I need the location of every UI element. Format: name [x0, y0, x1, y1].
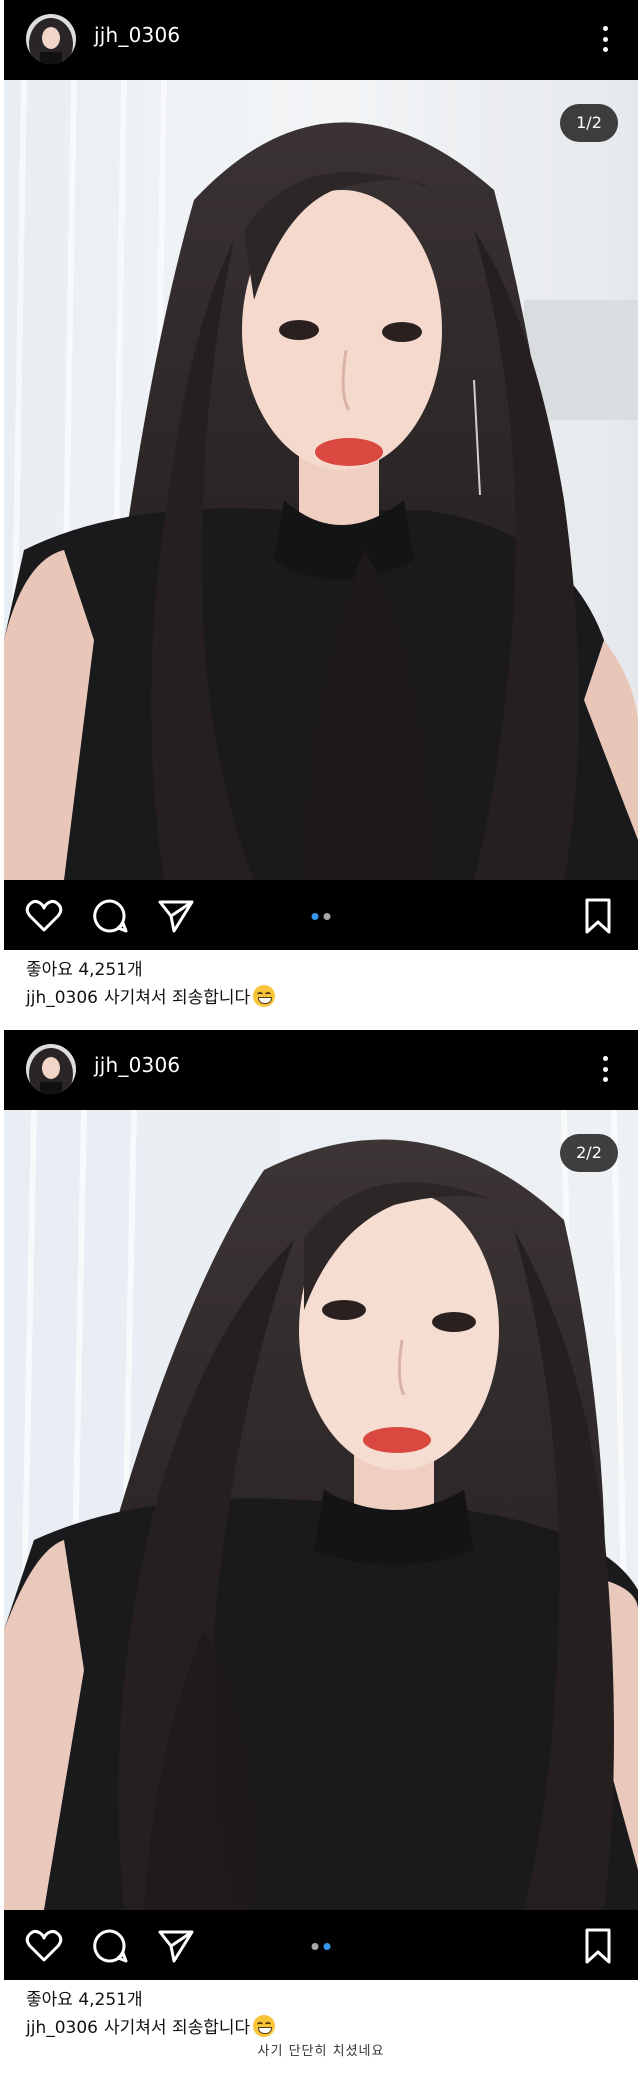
bookmark-icon[interactable] — [578, 896, 618, 936]
grinning-sweat-emoji-icon — [253, 985, 276, 1007]
carousel-dot-active — [311, 913, 319, 920]
post-photo[interactable]: 2/2 — [4, 1110, 638, 1910]
carousel-indicator — [311, 1943, 331, 1950]
username[interactable]: jjh_0306 — [94, 1053, 180, 1077]
post-meta: 좋아요 4,251개 jjh_0306 사기쳐서 죄송합니다 — [4, 1980, 638, 2048]
more-options-icon[interactable] — [596, 1050, 614, 1088]
heart-icon[interactable] — [24, 896, 64, 936]
caption-username[interactable]: jjh_0306 — [26, 988, 98, 1008]
bookmark-icon[interactable] — [578, 1926, 618, 1966]
post-photo[interactable]: 1/2 — [4, 80, 638, 880]
action-bar — [4, 880, 638, 950]
heart-icon[interactable] — [24, 1926, 64, 1966]
footer-caption: 사기 단단히 치셨네요 — [257, 2044, 385, 2059]
send-icon[interactable] — [156, 1926, 196, 1966]
carousel-counter: 1/2 — [560, 104, 618, 142]
like-count[interactable]: 좋아요 4,251개 — [26, 1986, 638, 2014]
send-icon[interactable] — [156, 896, 196, 936]
carousel-counter: 2/2 — [560, 1134, 618, 1172]
grinning-sweat-emoji-icon — [253, 2015, 276, 2037]
action-bar — [4, 1910, 638, 1980]
post-meta: 좋아요 4,251개 jjh_0306 사기쳐서 죄송합니다 — [4, 950, 638, 1018]
post-header: jjh_0306 — [4, 1030, 638, 1110]
carousel-dot-active — [323, 1943, 331, 1950]
carousel-indicator — [311, 913, 331, 920]
like-count[interactable]: 좋아요 4,251개 — [26, 956, 638, 984]
instagram-post-1: jjh_0306 1/2 좋아요 4,251개 jjh_0306 사기쳐서 죄송… — [4, 0, 638, 1018]
caption: jjh_0306 사기쳐서 죄송합니다 — [26, 2014, 638, 2042]
avatar[interactable] — [26, 1044, 76, 1094]
instagram-post-2: jjh_0306 2/2 좋아요 4,251개 jjh_0306 사기쳐서 죄송… — [4, 1030, 638, 2048]
avatar[interactable] — [26, 14, 76, 64]
caption: jjh_0306 사기쳐서 죄송합니다 — [26, 984, 638, 1012]
carousel-dot — [323, 913, 331, 920]
comment-icon[interactable] — [90, 1926, 130, 1966]
caption-text: 사기쳐서 죄송합니다 — [103, 988, 251, 1008]
carousel-dot — [311, 1943, 319, 1950]
post-header: jjh_0306 — [4, 0, 638, 80]
comment-icon[interactable] — [90, 896, 130, 936]
username[interactable]: jjh_0306 — [94, 23, 180, 47]
more-options-icon[interactable] — [596, 20, 614, 58]
caption-text: 사기쳐서 죄송합니다 — [103, 2018, 251, 2038]
caption-username[interactable]: jjh_0306 — [26, 2018, 98, 2038]
